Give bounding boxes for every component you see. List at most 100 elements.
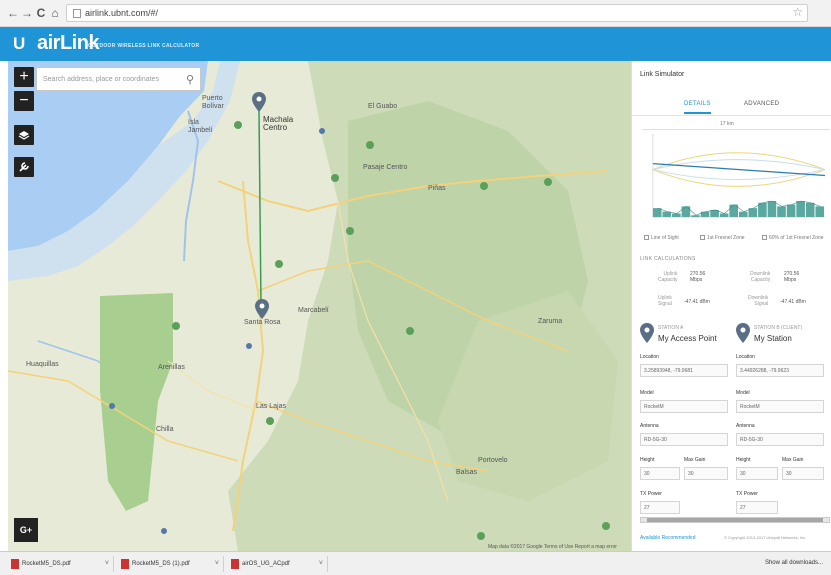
layers-button[interactable] <box>14 125 34 145</box>
location-label-b: Location <box>736 354 755 360</box>
station-a-pin-icon <box>640 323 654 343</box>
station-b-pin-icon[interactable] <box>255 299 269 319</box>
footer-copyright: © Copyright 2013-2017 Ubiquiti Networks,… <box>724 535 807 540</box>
search-icon[interactable]: ⚲ <box>186 73 194 86</box>
forward-icon[interactable]: → <box>20 6 34 20</box>
location-field-b[interactable]: 3.44926288, -79.9623 <box>736 364 824 377</box>
terrain-bar <box>672 213 681 218</box>
map-label: Isla Jambelí <box>188 119 213 134</box>
max-gain-label-a: Max Gain <box>684 457 706 463</box>
max-gain-stepper-a[interactable]: 30 <box>684 467 728 480</box>
browser-toolbar: ← → C ⌂ airlink.ubnt.com/#/ ☆ <box>0 0 831 27</box>
search-placeholder: Search address, place or coordinates <box>43 76 159 83</box>
station-a-header[interactable]: STATION A My Access Point <box>640 323 732 347</box>
terrain-bar <box>777 206 786 218</box>
legend-item[interactable]: 60% of 1st Fresnel Zone <box>762 235 823 241</box>
map-attribution[interactable]: Map data ©2017 Google Terms of Use Repor… <box>488 544 617 550</box>
antenna-select-b[interactable]: RD-5G-30 <box>736 433 824 446</box>
station-a-map-label: Machala Centro <box>263 115 294 132</box>
tx-power-stepper-a[interactable]: 27 <box>640 501 680 514</box>
legend-item[interactable]: 1st Fresnel Zone <box>700 235 745 241</box>
download-item[interactable]: airOS_UG_ACpdf ˅ <box>228 556 328 572</box>
terrain-bar <box>691 215 700 218</box>
terrain-bar <box>681 206 691 218</box>
terrain-bar <box>796 201 805 218</box>
map-label: Piñas <box>428 185 446 192</box>
app-tagline: OUTDOOR WIRELESS LINK CALCULATOR <box>88 43 200 49</box>
metric-value: -47.41 dBm <box>684 299 710 305</box>
home-icon[interactable]: ⌂ <box>48 6 62 20</box>
terrain-bar <box>738 211 748 218</box>
tab-advanced[interactable]: ADVANCED <box>744 101 779 107</box>
location-field-a[interactable]: 3.25893948, -79.9681 <box>640 364 728 377</box>
map-label: Balsas <box>456 469 478 476</box>
download-filename: airOS_UG_ACpdf <box>242 561 290 567</box>
bookmark-star-icon[interactable]: ☆ <box>792 5 803 19</box>
station-b-name[interactable]: My Station <box>754 334 792 343</box>
antenna-select-a[interactable]: RD-5G-30 <box>640 433 728 446</box>
terrain-bar <box>662 211 672 218</box>
model-select-a[interactable]: RocketM <box>640 400 728 413</box>
height-stepper-b[interactable]: 30 <box>736 467 778 480</box>
map-canvas[interactable] <box>8 61 631 551</box>
metric-label: Uplink Capacity <box>658 271 678 283</box>
legend-label: Line of Sight <box>651 235 679 241</box>
terrain-bar <box>805 202 815 218</box>
zoom-in-button[interactable]: + <box>14 67 34 87</box>
model-select-b[interactable]: RocketM <box>736 400 824 413</box>
location-label-a: Location <box>640 354 659 360</box>
antenna-label-b: Antenna <box>736 423 755 429</box>
map-label: Chilla <box>156 426 174 433</box>
height-label-a: Height <box>640 457 655 463</box>
map-label: Puerto Bolívar <box>202 95 224 110</box>
terrain-bar <box>652 208 662 218</box>
ubiquiti-logo[interactable]: U <box>13 34 25 54</box>
tx-power-stepper-b[interactable]: 27 <box>736 501 778 514</box>
reload-icon[interactable]: C <box>34 6 48 20</box>
legend-checkbox[interactable] <box>700 235 705 241</box>
pdf-file-icon <box>231 559 239 569</box>
download-item[interactable]: RocketM5_DS.pdf ˅ <box>8 556 114 572</box>
station-b-header[interactable]: STATION B (CLIENT) My Station <box>736 323 828 347</box>
downloads-bar: RocketM5_DS.pdf ˅ RocketM5_DS (1).pdf ˅ … <box>0 551 831 575</box>
legend-checkbox[interactable] <box>762 235 767 241</box>
metric-label: Downlink Signal <box>748 295 769 307</box>
panel-horizontal-scrollbar[interactable] <box>640 517 830 523</box>
terrain-bar <box>786 204 796 218</box>
panel-tabs: DETAILS ADVANCED <box>632 96 831 116</box>
height-stepper-a[interactable]: 30 <box>640 467 680 480</box>
download-item[interactable]: RocketM5_DS (1).pdf ˅ <box>118 556 224 572</box>
scrollbar-thumb[interactable] <box>647 518 823 522</box>
legend-checkbox[interactable] <box>644 235 649 241</box>
layers-icon <box>18 131 30 140</box>
chevron-down-icon[interactable]: ˅ <box>319 560 323 567</box>
terrain-bar <box>719 213 729 218</box>
tools-button[interactable] <box>14 157 34 177</box>
street-view-button[interactable]: G+ <box>14 518 38 542</box>
map-search-input[interactable]: Search address, place or coordinates ⚲ <box>36 67 201 91</box>
tab-details[interactable]: DETAILS <box>684 101 711 114</box>
section-label: LINK CALCULATIONS <box>640 256 696 262</box>
station-b-map-label: Santa Rosa <box>244 319 281 326</box>
show-all-downloads-link[interactable]: Show all downloads... <box>765 560 823 566</box>
fresnel-zone-upper <box>652 152 826 171</box>
metric-value: 270.56 Mbps <box>784 271 800 283</box>
max-gain-stepper-b[interactable]: 30 <box>782 467 824 480</box>
link-simulator-panel: Link Simulator DETAILS ADVANCED 17 km Li… <box>631 61 831 551</box>
station-a-pin-icon[interactable] <box>252 92 266 112</box>
station-a-name[interactable]: My Access Point <box>658 334 717 343</box>
pdf-file-icon <box>11 559 19 569</box>
map-label: Marcabelí <box>298 307 329 314</box>
address-bar[interactable]: airlink.ubnt.com/#/ ☆ <box>66 4 808 22</box>
footer-link[interactable]: Available Recommended <box>640 535 696 541</box>
antenna-label-a: Antenna <box>640 423 659 429</box>
chevron-down-icon[interactable]: ˅ <box>215 560 219 567</box>
map-label: Zaruma <box>538 318 563 325</box>
tx-power-label-b: TX Power <box>736 491 758 497</box>
legend-item[interactable]: Line of Sight <box>644 235 679 241</box>
map-view[interactable]: + − Search address, place or coordinates… <box>8 61 631 551</box>
back-icon[interactable]: ← <box>6 6 20 20</box>
metric-value: -47.41 dBm <box>780 299 806 305</box>
zoom-out-button[interactable]: − <box>14 91 34 111</box>
chevron-down-icon[interactable]: ˅ <box>105 560 109 567</box>
